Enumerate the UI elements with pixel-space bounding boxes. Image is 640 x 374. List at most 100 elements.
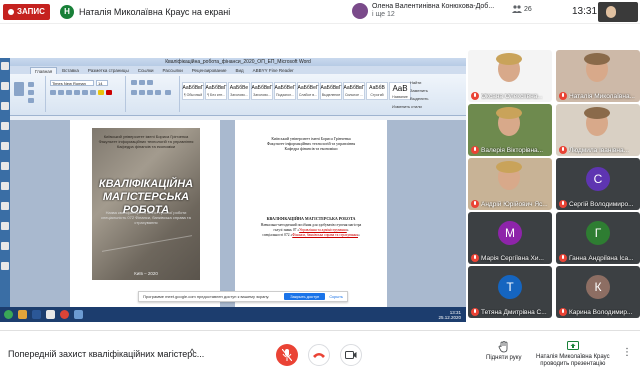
notification-more: і ще 12 — [372, 11, 395, 18]
mic-muted-icon — [559, 92, 567, 100]
hide-share-bar-button[interactable]: Скрыть — [329, 294, 347, 299]
ribbon-tab[interactable]: Ссылки — [134, 67, 158, 74]
superscript-icon[interactable] — [90, 90, 96, 95]
font-size-field[interactable]: 14 — [96, 80, 108, 86]
clock: 13:31 — [572, 6, 598, 17]
underline-icon[interactable] — [66, 90, 72, 95]
participant-tile[interactable]: М Марія Сергіївна Хи... — [468, 212, 552, 264]
mic-toggle-button[interactable] — [276, 344, 298, 366]
participant-tile[interactable]: Т Тетяна Дмитрівна С... — [468, 266, 552, 318]
top-bar: ЗАПИС Н Наталія Миколаївна Краус на екра… — [0, 0, 640, 24]
people-count: 26 — [524, 5, 532, 13]
participants-button[interactable]: 26 — [512, 5, 532, 13]
participant-tile[interactable]: Валерія Вікторівна... — [468, 104, 552, 156]
share-bar-text: Программе meet.google.com предоставлен д… — [143, 294, 270, 299]
align-left-icon[interactable] — [131, 90, 137, 95]
raise-hand-button[interactable]: Підняти руку — [486, 341, 521, 362]
subscript-icon[interactable] — [82, 90, 88, 95]
more-options-icon[interactable]: ⋮ — [622, 347, 632, 358]
style-heading-2[interactable]: АаБбВвГ Заголово... — [251, 82, 273, 100]
mic-muted-icon — [559, 254, 567, 262]
chevron-up-icon[interactable]: ^ — [190, 347, 194, 357]
app-icon[interactable] — [74, 310, 83, 319]
mic-muted-icon — [559, 308, 567, 316]
ribbon-tab[interactable]: Разметка страницы — [84, 67, 133, 74]
participant-avatar: Т — [498, 275, 522, 299]
self-view-thumbnail[interactable] — [598, 2, 638, 22]
explorer-icon[interactable] — [18, 310, 27, 319]
multilevel-icon[interactable] — [147, 80, 153, 85]
format-painter-icon[interactable] — [28, 98, 34, 103]
recording-label: ЗАПИС — [17, 7, 45, 16]
numbering-icon[interactable] — [139, 80, 145, 85]
participant-tile[interactable]: Людмила Іванівна... — [556, 104, 640, 156]
font-group: Times New Roman 14 — [48, 76, 126, 112]
style-strong[interactable]: АаБбВ Строгий — [366, 82, 388, 100]
highlight-icon[interactable] — [98, 90, 104, 95]
windows-taskbar: 13:31 25.12.2020 — [0, 307, 466, 322]
word-window: Кваліфікаційна_робота_фінанси_2020_ОП_ЕП… — [10, 58, 466, 322]
ribbon-tab[interactable]: Вставка — [58, 67, 83, 74]
replace-button[interactable]: Заменить — [410, 88, 428, 93]
paste-icon[interactable] — [14, 82, 24, 96]
copy-icon[interactable] — [28, 90, 34, 95]
cover-image: Київський університет імені Бориса Грінч… — [92, 128, 200, 280]
meeting-name[interactable]: Попередній захист кваліфікаційних магіст… — [8, 349, 204, 359]
ribbon-tab[interactable]: Главная — [30, 67, 58, 74]
align-center-icon[interactable] — [139, 90, 145, 95]
presenter-avatar: Н — [59, 4, 74, 19]
presenting-label-2: проводить презентацію — [540, 361, 606, 367]
start-button-icon[interactable] — [4, 310, 13, 319]
participant-name: Марія Сергіївна Хи... — [481, 254, 544, 262]
hand-icon — [498, 341, 508, 353]
participant-tile[interactable]: К Карина Володимир... — [556, 266, 640, 318]
camera-icon — [345, 351, 357, 359]
mic-muted-icon — [559, 146, 567, 154]
style-heading-1[interactable]: АаБбВе Заголово... — [228, 82, 250, 100]
ribbon-tab[interactable]: Рассылки — [159, 67, 187, 74]
change-styles-button[interactable]: Изменить стили — [392, 104, 422, 109]
ribbon-tab[interactable]: Вид — [232, 67, 248, 74]
people-icon — [512, 5, 522, 13]
style-title[interactable]: AaB Название — [389, 82, 411, 100]
shared-screen: Кваліфікаційна_робота_фінанси_2020_ОП_ЕП… — [0, 58, 466, 322]
style-intense-emphasis[interactable]: АаБбВвГ Сильное ... — [343, 82, 365, 100]
ribbon-tab[interactable]: Рецензирование — [188, 67, 231, 74]
line-spacing-icon[interactable] — [165, 90, 171, 95]
participant-tile[interactable]: Г Ганна Андріївна Іса... — [556, 212, 640, 264]
cover-city-year: Київ – 2020 — [134, 271, 158, 276]
style-normal[interactable]: АаБбВвГ ¶ Обычный — [182, 82, 204, 100]
join-notification[interactable]: Олена Валентинівна Конюхова-Доб... і ще … — [352, 2, 494, 19]
present-screen-icon — [566, 341, 579, 350]
style-emphasis[interactable]: АаБбВвГ Выделение — [320, 82, 342, 100]
bullets-icon[interactable] — [131, 80, 137, 85]
ribbon-tab[interactable]: ABBYY Fine Reader — [249, 67, 298, 74]
end-call-button[interactable] — [308, 344, 330, 366]
italic-icon[interactable] — [58, 90, 64, 95]
justify-icon[interactable] — [155, 90, 161, 95]
participant-tile[interactable]: С Сергій Володимиро... — [556, 158, 640, 210]
participant-name: Андрій Юрійович Яс... — [481, 200, 548, 208]
participant-tile[interactable]: Оксана Олексіївна... — [468, 50, 552, 102]
align-right-icon[interactable] — [147, 90, 153, 95]
select-button[interactable]: Выделить — [410, 96, 428, 101]
style-no-spacing[interactable]: АаБбВвГ ¶ Без инт... — [205, 82, 227, 100]
stop-sharing-button[interactable]: Закрыть доступ — [284, 293, 326, 300]
participant-tile[interactable]: Андрій Юрійович Яс... — [468, 158, 552, 210]
notepad-icon[interactable] — [46, 310, 55, 319]
presenting-indicator[interactable]: Наталія Миколаївна Краус проводить презе… — [536, 341, 610, 368]
word-taskbar-icon[interactable] — [32, 310, 41, 319]
find-button[interactable]: Найти — [410, 80, 421, 85]
style-subtle-emphasis[interactable]: АаБбВеГ Слабое в... — [297, 82, 319, 100]
chrome-icon[interactable] — [60, 310, 69, 319]
font-name-field[interactable]: Times New Roman — [50, 80, 94, 86]
ribbon-tabs: Главная Вставка Разметка страницы Ссылки… — [10, 66, 466, 74]
bottom-bar: Попередній захист кваліфікаційних магіст… — [0, 330, 640, 374]
font-color-icon[interactable] — [106, 90, 112, 95]
bold-icon[interactable] — [50, 90, 56, 95]
strikethrough-icon[interactable] — [74, 90, 80, 95]
participant-tile[interactable]: Наталія Миколаївна... — [556, 50, 640, 102]
cut-icon[interactable] — [28, 82, 34, 87]
camera-toggle-button[interactable] — [340, 344, 362, 366]
style-subtitle[interactable]: АаБбВеГ Подзагол... — [274, 82, 296, 100]
